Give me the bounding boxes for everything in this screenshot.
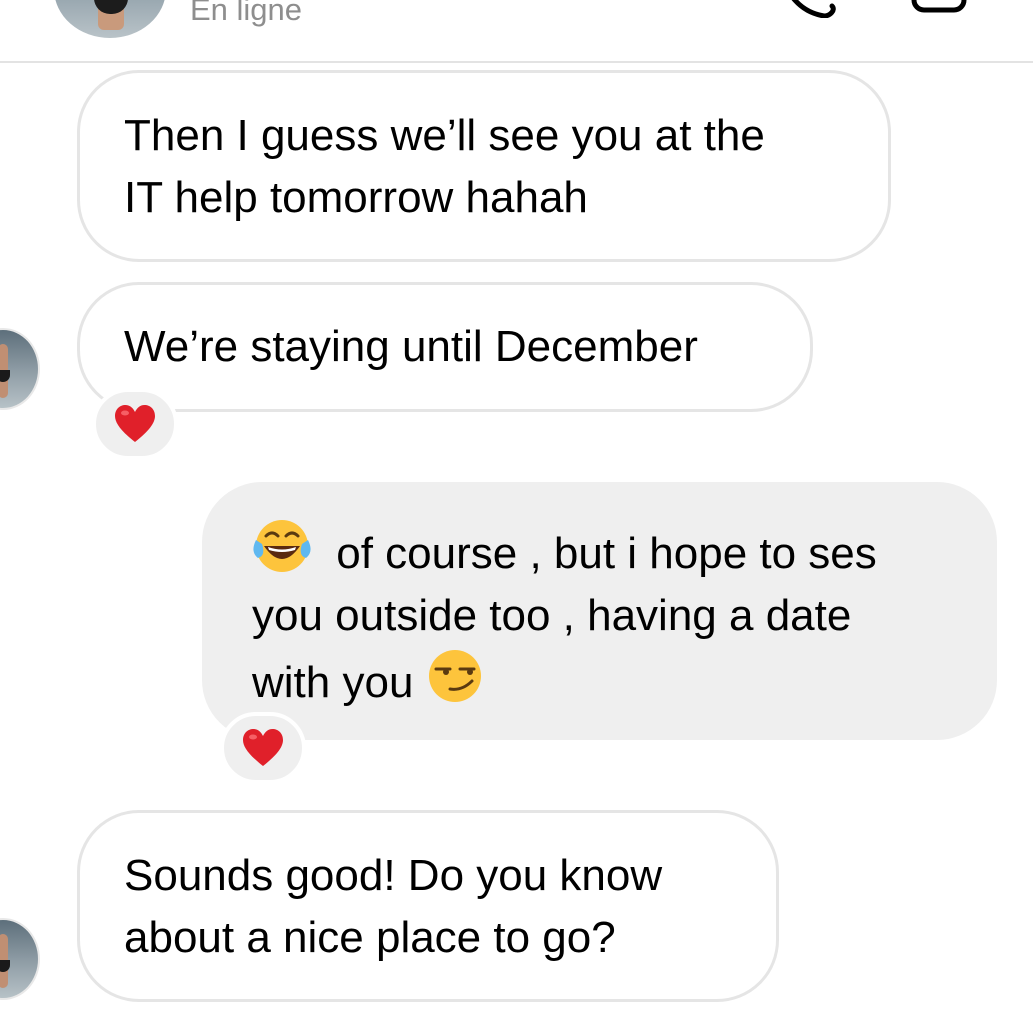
contact-avatar[interactable] xyxy=(54,0,166,38)
sender-avatar[interactable] xyxy=(0,918,40,1000)
message-line: you outside too , having a date xyxy=(252,591,852,640)
message-line: We’re staying until December xyxy=(124,322,698,371)
avatar-photo-swimsuit xyxy=(0,960,10,972)
message-bubble-incoming[interactable]: Then I guess we’ll see you at the IT hel… xyxy=(77,70,891,262)
message-line: of course , but i hope to ses xyxy=(252,516,953,585)
message-line: IT help tomorrow hahah xyxy=(124,173,588,222)
chat-screen: En ligne Then I guess we’ll see you at t… xyxy=(0,0,1033,1020)
header-divider xyxy=(0,61,1033,63)
avatar-photo-swimsuit xyxy=(0,370,10,382)
tears-of-joy-emoji xyxy=(253,520,311,572)
message-line: about a nice place to go? xyxy=(124,913,616,962)
phone-icon[interactable] xyxy=(780,0,840,18)
message-line: Then I guess we’ll see you at the xyxy=(124,111,765,160)
video-icon[interactable] xyxy=(906,0,970,14)
message-line: Sounds good! Do you know xyxy=(124,851,663,900)
heart-icon xyxy=(243,729,283,766)
online-status: En ligne xyxy=(190,0,303,27)
message-bubble-incoming[interactable]: Sounds good! Do you know about a nice pl… xyxy=(77,810,779,1002)
message-bubble-incoming[interactable]: We’re staying until December xyxy=(77,282,813,412)
heart-icon xyxy=(115,405,155,442)
chat-header: En ligne xyxy=(0,0,1033,63)
message-text: with you xyxy=(252,658,414,707)
message-reaction[interactable] xyxy=(92,388,178,460)
message-line: with you xyxy=(252,647,953,714)
sender-avatar[interactable] xyxy=(0,328,40,410)
message-text: of course , but i hope to ses xyxy=(336,529,877,578)
smirking-face-emoji xyxy=(428,650,481,702)
message-reaction[interactable] xyxy=(220,712,306,784)
message-bubble-outgoing[interactable]: of course , but i hope to ses you outsid… xyxy=(202,482,997,740)
